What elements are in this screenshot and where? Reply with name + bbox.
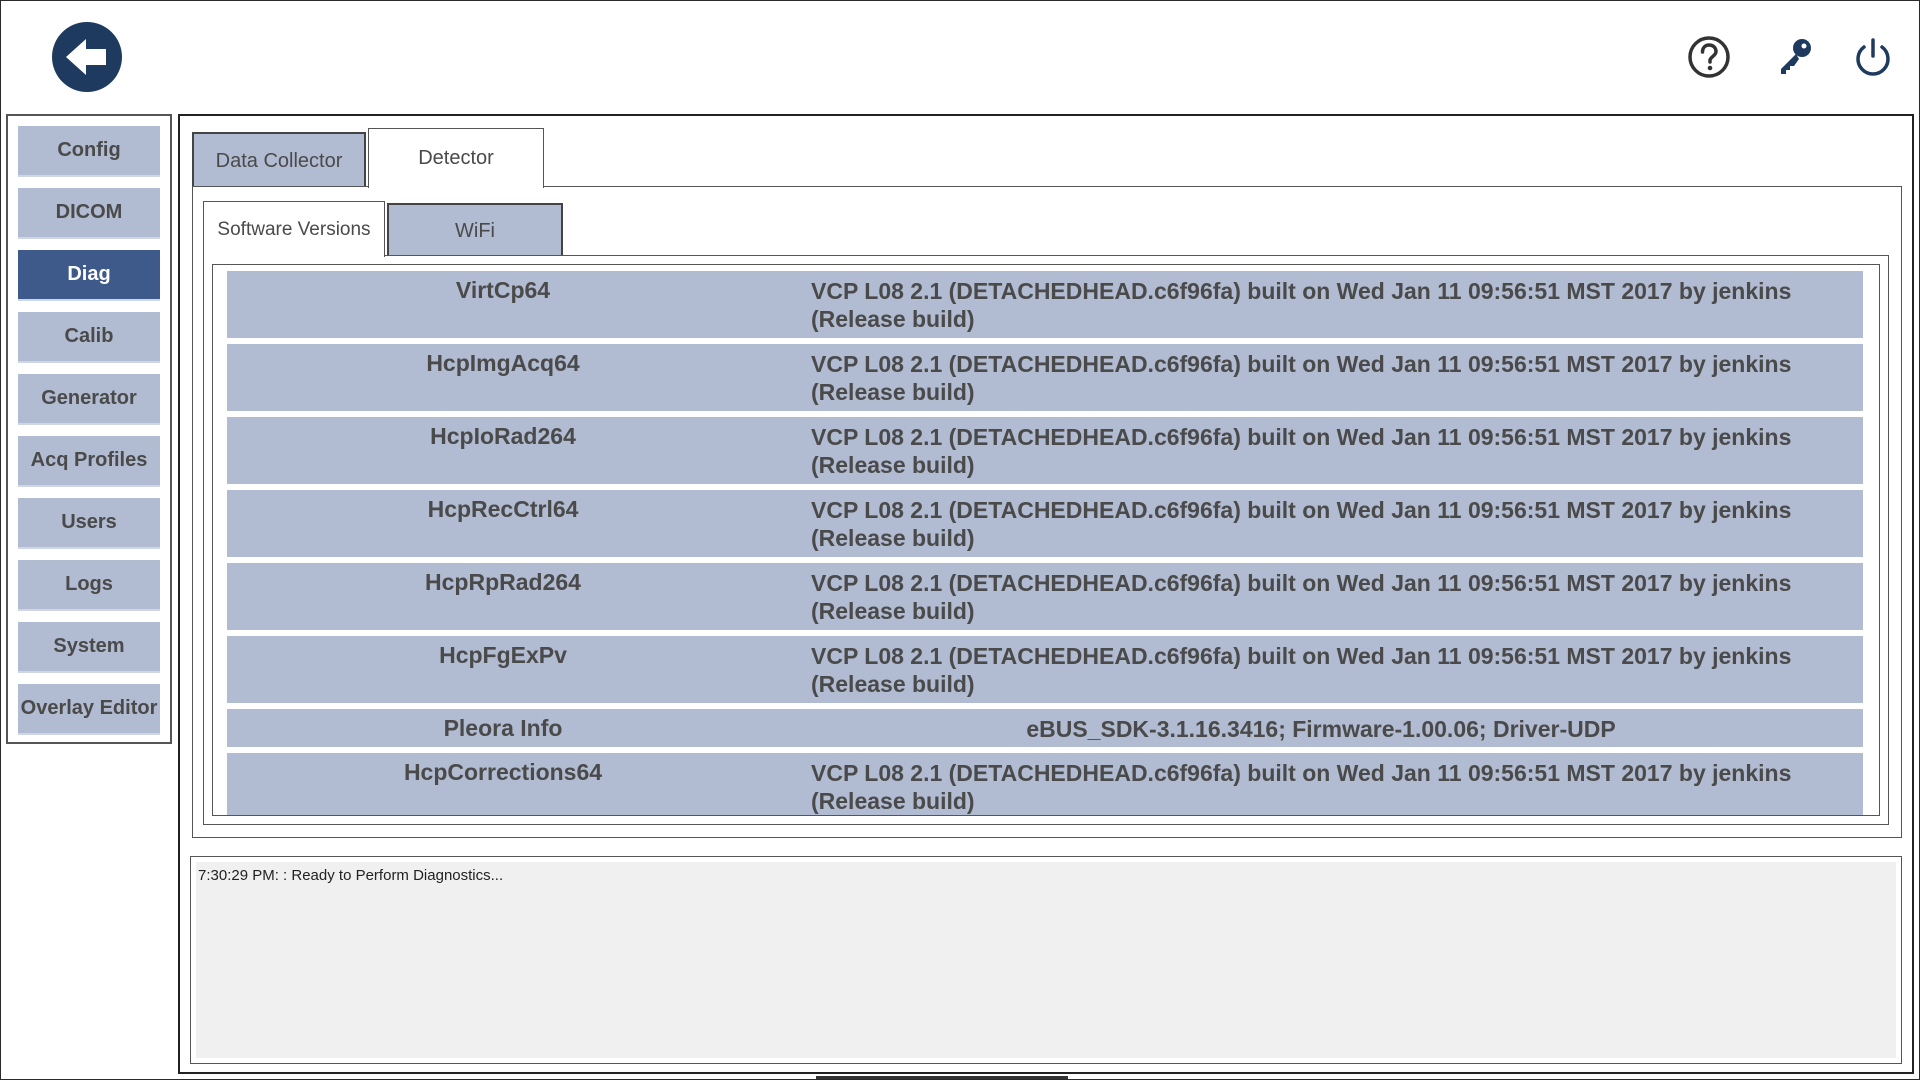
component-version: VCP L08 2.1 (DETACHEDHEAD.c6f96fa) built… [811, 278, 1792, 332]
sidebar-item-generator[interactable]: Generator [18, 374, 160, 423]
main-panel: Data Collector Detector Software Version… [178, 114, 1914, 1074]
sidebar-item-config[interactable]: Config [18, 126, 160, 175]
component-name: HcpFgExPv [439, 642, 567, 668]
table-row: HcpRpRad264 VCP L08 2.1 (DETACHEDHEAD.c6… [227, 563, 1863, 630]
component-name: HcpImgAcq64 [426, 350, 580, 376]
table-row: Pleora Info eBUS_SDK-3.1.16.3416; Firmwa… [227, 709, 1863, 747]
table-row: HcpImgAcq64 VCP L08 2.1 (DETACHEDHEAD.c6… [227, 344, 1863, 411]
power-icon[interactable] [1850, 34, 1896, 80]
sidebar-item-acq-profiles[interactable]: Acq Profiles [18, 436, 160, 485]
component-version: VCP L08 2.1 (DETACHEDHEAD.c6f96fa) built… [811, 760, 1792, 814]
subtab-software-versions[interactable]: Software Versions [203, 201, 385, 257]
component-name: VirtCp64 [455, 277, 551, 303]
key-icon[interactable] [1772, 34, 1818, 80]
sidebar-item-logs[interactable]: Logs [18, 560, 160, 609]
table-row: VirtCp64 VCP L08 2.1 (DETACHEDHEAD.c6f96… [227, 271, 1863, 338]
help-icon[interactable] [1686, 34, 1732, 80]
component-version: VCP L08 2.1 (DETACHEDHEAD.c6f96fa) built… [811, 497, 1792, 551]
software-versions-content: VirtCp64 VCP L08 2.1 (DETACHEDHEAD.c6f96… [203, 255, 1889, 825]
subtab-wifi[interactable]: WiFi [387, 203, 563, 259]
table-row: HcpRecCtrl64 VCP L08 2.1 (DETACHEDHEAD.c… [227, 490, 1863, 557]
component-version: VCP L08 2.1 (DETACHEDHEAD.c6f96fa) built… [811, 643, 1792, 697]
component-name: HcpIoRad264 [430, 423, 576, 449]
bottom-indicator [816, 1076, 1068, 1079]
component-version: VCP L08 2.1 (DETACHEDHEAD.c6f96fa) built… [811, 351, 1792, 405]
sidebar-item-dicom[interactable]: DICOM [18, 188, 160, 237]
component-version: VCP L08 2.1 (DETACHEDHEAD.c6f96fa) built… [811, 570, 1792, 624]
component-version: eBUS_SDK-3.1.16.3416; Firmware-1.00.06; … [1026, 716, 1616, 742]
sidebar: Config DICOM Diag Calib Generator Acq Pr… [6, 114, 172, 744]
back-button[interactable] [52, 22, 122, 92]
log-text[interactable]: 7:30:29 PM: : Ready to Perform Diagnosti… [196, 862, 1896, 1058]
sidebar-item-users[interactable]: Users [18, 498, 160, 547]
table-row: HcpIoRad264 VCP L08 2.1 (DETACHEDHEAD.c6… [227, 417, 1863, 484]
component-version: VCP L08 2.1 (DETACHEDHEAD.c6f96fa) built… [811, 424, 1792, 478]
table-row: HcpCorrections64 VCP L08 2.1 (DETACHEDHE… [227, 753, 1863, 815]
detector-tab-content: Software Versions WiFi VirtCp64 VCP L08 … [192, 186, 1902, 838]
sidebar-item-overlay-editor[interactable]: Overlay Editor [18, 684, 160, 733]
component-name: HcpRecCtrl64 [427, 496, 579, 522]
sidebar-item-diag[interactable]: Diag [18, 250, 160, 299]
tab-detector[interactable]: Detector [368, 128, 544, 188]
table-row: HcpFgExPv VCP L08 2.1 (DETACHEDHEAD.c6f9… [227, 636, 1863, 703]
sidebar-item-calib[interactable]: Calib [18, 312, 160, 361]
back-arrow-icon [66, 39, 106, 75]
component-name: HcpCorrections64 [403, 759, 603, 785]
versions-table: VirtCp64 VCP L08 2.1 (DETACHEDHEAD.c6f96… [212, 264, 1880, 816]
sidebar-item-system[interactable]: System [18, 622, 160, 671]
component-name: Pleora Info [443, 715, 563, 741]
log-panel: 7:30:29 PM: : Ready to Perform Diagnosti… [190, 856, 1902, 1064]
component-name: HcpRpRad264 [425, 569, 581, 595]
tab-data-collector[interactable]: Data Collector [192, 132, 366, 188]
